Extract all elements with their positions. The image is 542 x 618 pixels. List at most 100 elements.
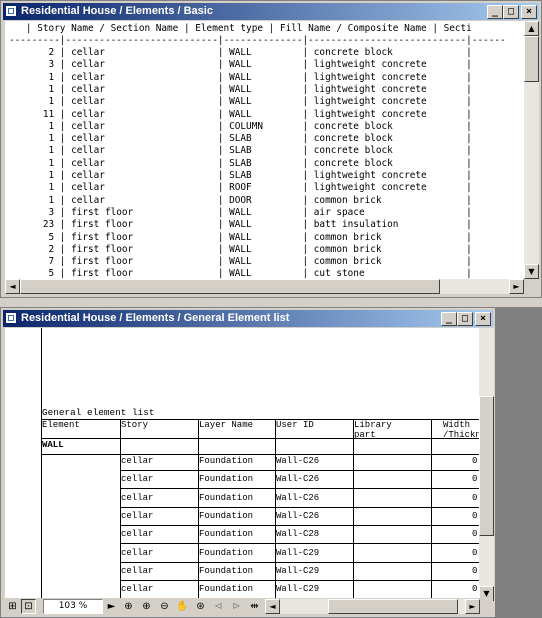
cell-user-id: Wall-C26 <box>276 474 320 485</box>
scroll-thumb[interactable] <box>479 396 494 536</box>
cell-layer: Foundation <box>199 584 254 595</box>
report-row: 1 | cellar | COLUMN | concrete block | <box>9 120 472 132</box>
group-label: WALL <box>42 440 64 450</box>
cell-user-id: Wall-C26 <box>276 510 320 521</box>
cell-width: 0 <box>472 456 478 466</box>
cell-width: 0 <box>472 492 478 503</box>
window-title: Residential House / Elements / General E… <box>21 312 290 324</box>
desktop-background <box>496 307 542 618</box>
report-row: 5 | first floor | WALL | cut stone | <box>9 268 472 279</box>
cell-layer: Foundation <box>199 456 254 466</box>
scroll-left-arrow-icon[interactable]: ◄ <box>5 279 20 294</box>
column-header-element: Element <box>42 420 80 430</box>
cell-story: cellar <box>121 456 154 466</box>
report-row: 1 | cellar | SLAB | concrete block | <box>9 133 472 145</box>
cell-width: 0 <box>472 510 478 521</box>
zoom-level-field[interactable]: 103 % <box>43 599 103 614</box>
scroll-right-arrow-icon[interactable]: ► <box>509 279 524 294</box>
scroll-thumb[interactable] <box>20 279 440 294</box>
maximize-button[interactable]: □ <box>503 5 519 19</box>
report-row: 1 | cellar | WALL | lightweight concrete… <box>9 71 472 83</box>
cell-story: cellar <box>121 565 154 576</box>
report-row: 1 | cellar | SLAB | concrete block | <box>9 157 472 169</box>
horizontal-scrollbar[interactable] <box>280 599 465 614</box>
zoom-window-icon[interactable]: ⊕ <box>121 599 136 614</box>
cell-layer: Foundation <box>199 565 254 576</box>
cell-layer: Foundation <box>199 474 254 485</box>
cell-layer: Foundation <box>199 510 254 521</box>
report-row: 1 | cellar | DOOR | common brick | <box>9 194 472 206</box>
row-divider <box>120 524 479 526</box>
cell-width: 0 <box>472 529 478 540</box>
view-toolbar: ⊞ ⊡ 103 % ► ⊕ ⊕ ⊖ ✋ ⊛ ⊲ ⊳ ⇹ ◄ ► <box>3 598 493 615</box>
report-row: 3 | cellar | WALL | lightweight concrete… <box>9 59 472 71</box>
fit-in-window-icon[interactable]: ⊛ <box>193 599 208 614</box>
close-button[interactable]: × <box>475 312 491 326</box>
desktop-gap <box>0 298 542 307</box>
report-row: 2 | cellar | WALL | concrete block | <box>9 47 472 58</box>
horizontal-scrollbar[interactable]: ◄ ► <box>5 279 524 294</box>
report-row: 1 | cellar | SLAB | concrete block | <box>9 145 472 157</box>
row-divider <box>120 470 479 471</box>
scroll-left-arrow-icon[interactable]: ◄ <box>265 599 280 614</box>
vertical-scrollbar[interactable]: ▲ ▼ <box>524 21 539 279</box>
next-zoom-icon[interactable]: ⊳ <box>229 599 244 614</box>
group-underline <box>42 454 479 455</box>
minimize-button[interactable]: _ <box>441 312 457 326</box>
report-row: 7 | first floor | WALL | common brick | <box>9 256 472 268</box>
title-bar[interactable]: Residential House / Elements / Basic _ □… <box>3 3 539 20</box>
layout-book-icon[interactable]: ⊞ <box>5 599 20 614</box>
cell-user-id: Wall-C26 <box>276 492 320 503</box>
cell-user-id: Wall-C26 <box>276 456 320 466</box>
cell-width: 0 <box>472 584 478 595</box>
report-separator-line: ---------|---------------------------|--… <box>9 35 506 46</box>
scroll-thumb[interactable] <box>524 36 539 82</box>
zoom-out-icon[interactable]: ⊖ <box>157 599 172 614</box>
report-row: 1 | cellar | WALL | lightweight concrete… <box>9 96 472 108</box>
document-icon <box>5 312 17 324</box>
scroll-thumb[interactable] <box>328 599 458 614</box>
column-header-layer: Layer Name <box>199 420 254 430</box>
maximize-button[interactable]: □ <box>457 312 473 326</box>
row-divider <box>120 488 479 490</box>
preview-mode-icon[interactable]: ⊡ <box>21 599 36 614</box>
cell-story: cellar <box>121 492 154 503</box>
title-bar[interactable]: Residential House / Elements / General E… <box>3 310 493 327</box>
document-icon <box>5 5 17 17</box>
title-underline <box>42 419 479 420</box>
cell-layer: Foundation <box>199 529 254 540</box>
cell-user-id: Wall-C29 <box>276 547 320 558</box>
row-divider <box>120 543 479 545</box>
report-row: 1 | cellar | SLAB | lightweight concrete… <box>9 170 472 181</box>
pan-hand-icon[interactable]: ✋ <box>175 599 190 614</box>
column-header-user-id: User ID <box>276 420 314 430</box>
scroll-up-arrow-icon[interactable]: ▲ <box>524 21 539 36</box>
element-list-page[interactable]: General element list Element Story Layer… <box>5 328 479 601</box>
scroll-right-arrow-icon[interactable]: ► <box>465 599 480 614</box>
header-underline <box>42 438 479 439</box>
report-row: 23 | first floor | WALL | batt insulatio… <box>9 219 472 231</box>
row-divider <box>120 561 479 563</box>
zoom-dropdown-arrow-icon[interactable]: ► <box>104 599 119 614</box>
report-row: 2 | first floor | WALL | common brick | <box>9 243 472 255</box>
cell-layer: Foundation <box>199 547 254 558</box>
report-text-area[interactable]: | Story Name / Section Name | Element ty… <box>5 21 524 279</box>
zoom-in-icon[interactable]: ⊕ <box>139 599 154 614</box>
cell-width: 0 <box>472 565 478 576</box>
previous-zoom-icon[interactable]: ⊲ <box>211 599 226 614</box>
column-header-library-part: Library part <box>354 420 392 440</box>
report-row: 1 | cellar | ROOF | lightweight concrete… <box>9 182 472 194</box>
vertical-scrollbar[interactable]: ▼ <box>479 328 494 601</box>
list-title: General element list <box>42 407 155 418</box>
cell-story: cellar <box>121 584 154 595</box>
close-button[interactable]: × <box>521 5 537 19</box>
scroll-down-arrow-icon[interactable]: ▼ <box>524 264 539 279</box>
cell-user-id: Wall-C28 <box>276 529 320 540</box>
cell-story: cellar <box>121 510 154 521</box>
minimize-button[interactable]: _ <box>487 5 503 19</box>
cell-story: cellar <box>121 474 154 485</box>
general-element-list-window: Residential House / Elements / General E… <box>0 307 496 618</box>
actual-size-icon[interactable]: ⇹ <box>247 599 262 614</box>
cell-width: 0 <box>472 547 478 558</box>
report-row: 1 | cellar | WALL | lightweight concrete… <box>9 83 472 95</box>
